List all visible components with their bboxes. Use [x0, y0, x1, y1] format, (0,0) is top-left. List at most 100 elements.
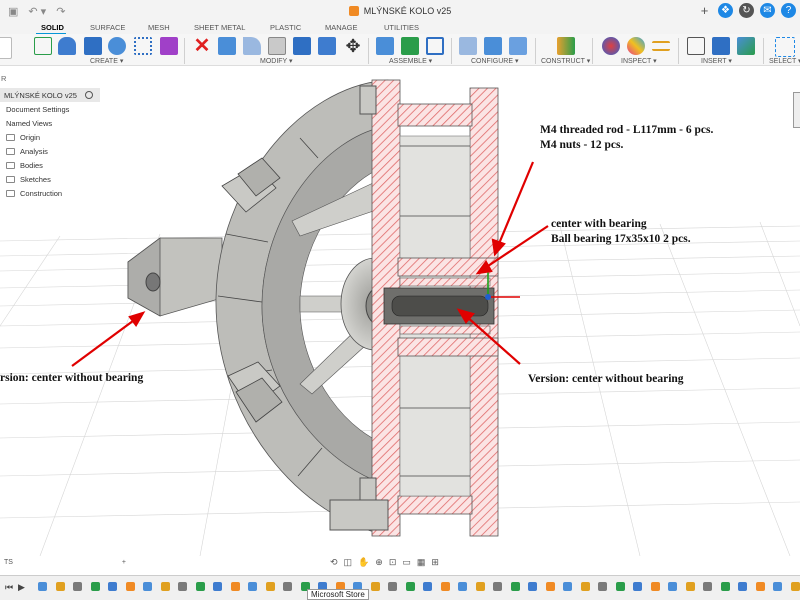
fillet-icon[interactable]: [243, 37, 261, 55]
timeline-feature-icon[interactable]: [790, 582, 800, 591]
grid-settings-icon[interactable]: ▦: [417, 557, 426, 568]
timeline-feature-icon[interactable]: [440, 582, 450, 591]
delete-icon[interactable]: ✕: [193, 36, 211, 56]
timeline-feature-icon[interactable]: [178, 582, 187, 591]
timeline-feature-icon[interactable]: [248, 582, 257, 591]
timeline-feature-icon[interactable]: [703, 582, 712, 591]
timeline-feature-icon[interactable]: [510, 582, 520, 591]
timeline-feature-icon[interactable]: [633, 582, 642, 591]
combine-icon[interactable]: [293, 37, 311, 55]
create-sketch-icon[interactable]: [34, 37, 52, 55]
timeline-feature-icon[interactable]: [388, 582, 397, 591]
timeline-feature-icon[interactable]: [598, 582, 607, 591]
pattern-icon[interactable]: [134, 37, 152, 55]
joint-icon[interactable]: [401, 37, 419, 55]
timeline-feature-icon[interactable]: [283, 582, 292, 591]
tab-plastic[interactable]: PLASTIC: [270, 23, 301, 32]
timeline-play-icon[interactable]: ▶: [18, 582, 25, 593]
timeline-feature-icon[interactable]: [160, 582, 170, 591]
create-box-icon[interactable]: [160, 37, 178, 55]
viewports-icon[interactable]: ⊞: [431, 557, 439, 568]
timeline-feature-icon[interactable]: [685, 582, 695, 591]
timeline-feature-icon[interactable]: [90, 582, 100, 591]
insert-canvas-icon[interactable]: [737, 37, 755, 55]
tab-sheet-metal[interactable]: SHEET METAL: [194, 23, 245, 32]
timeline-feature-icon[interactable]: [755, 582, 765, 591]
fit-icon[interactable]: ⊡: [389, 557, 397, 568]
timeline-feature-icon[interactable]: [493, 582, 502, 591]
notifications-icon[interactable]: ✉: [760, 3, 775, 18]
tab-solid[interactable]: SOLID: [41, 23, 64, 32]
group-modify[interactable]: MODIFY ▾: [260, 57, 293, 65]
timeline-feature-icon[interactable]: [55, 582, 65, 591]
press-pull-icon[interactable]: [218, 37, 236, 55]
viewcube[interactable]: [793, 92, 800, 128]
timeline-feature-icon[interactable]: [230, 582, 240, 591]
timeline-feature-icon[interactable]: [213, 582, 222, 591]
timeline-feature-icon[interactable]: [563, 582, 572, 591]
group-insert[interactable]: INSERT ▾: [701, 57, 732, 65]
undo-icon[interactable]: ↶ ▾: [28, 5, 46, 18]
timeline-feature-icon[interactable]: [423, 582, 432, 591]
timeline-feature-icon[interactable]: [615, 582, 625, 591]
tab-mesh[interactable]: MESH: [148, 23, 170, 32]
browser-item-sketches[interactable]: Sketches: [0, 172, 100, 186]
insert-mesh-icon[interactable]: [712, 37, 730, 55]
group-create[interactable]: CREATE ▾: [90, 57, 123, 65]
workspace-switcher-icon[interactable]: [0, 37, 12, 59]
timeline-feature-icon[interactable]: [773, 582, 782, 591]
configure-icon[interactable]: [459, 37, 477, 55]
zoom-icon[interactable]: ⊕: [375, 557, 383, 568]
timeline-feature-icon[interactable]: [580, 582, 590, 591]
timeline-feature-icon[interactable]: [125, 582, 135, 591]
group-inspect[interactable]: INSPECT ▾: [621, 57, 657, 65]
timeline-feature-icon[interactable]: [650, 582, 660, 591]
new-component-icon[interactable]: [376, 37, 394, 55]
configure-rule-icon[interactable]: [509, 37, 527, 55]
extensions-icon[interactable]: ❖: [718, 3, 733, 18]
job-status-icon[interactable]: ↻: [739, 3, 754, 18]
select-icon[interactable]: [775, 37, 795, 57]
offset-plane-icon[interactable]: [557, 37, 575, 55]
zebra-analysis-icon[interactable]: [602, 37, 620, 55]
timeline-feature-icon[interactable]: [195, 582, 205, 591]
measure-icon[interactable]: [652, 41, 670, 51]
browser-item-analysis[interactable]: Analysis: [0, 144, 100, 158]
timeline-feature-icon[interactable]: [528, 582, 537, 591]
comments-panel[interactable]: TS +: [0, 555, 130, 569]
browser-item-document-settings[interactable]: Document Settings: [0, 102, 100, 116]
group-assemble[interactable]: ASSEMBLE ▾: [389, 57, 432, 65]
tab-manage[interactable]: MANAGE: [325, 23, 358, 32]
timeline-feature-icon[interactable]: [668, 582, 677, 591]
timeline-feature-icon[interactable]: [265, 582, 275, 591]
activate-icon[interactable]: [84, 91, 93, 99]
revolve-icon[interactable]: [108, 37, 126, 55]
browser-item-construction[interactable]: Construction: [0, 186, 100, 200]
timeline-first-icon[interactable]: ⏮: [5, 582, 13, 593]
timeline-feature-icon[interactable]: [405, 582, 415, 591]
timeline-feature-icon[interactable]: [738, 582, 747, 591]
offset-face-icon[interactable]: [318, 37, 336, 55]
browser-item-origin[interactable]: Origin: [0, 130, 100, 144]
timeline-feature-icon[interactable]: [73, 582, 82, 591]
browser-header[interactable]: R: [0, 74, 100, 88]
as-built-joint-icon[interactable]: [426, 37, 444, 55]
timeline-feature-icon[interactable]: [545, 582, 555, 591]
redo-icon[interactable]: ↷: [56, 5, 65, 18]
shell-icon[interactable]: [268, 37, 286, 55]
create-form-icon[interactable]: [58, 37, 76, 55]
extrude-icon[interactable]: [84, 37, 102, 55]
look-at-icon[interactable]: ◫: [344, 557, 353, 568]
help-icon[interactable]: ?: [781, 3, 796, 18]
group-select[interactable]: SELECT ▾: [769, 57, 800, 65]
add-comment-button[interactable]: +: [122, 559, 126, 566]
browser-item-bodies[interactable]: Bodies: [0, 158, 100, 172]
display-settings-icon[interactable]: ▭: [402, 557, 411, 568]
timeline-feature-icon[interactable]: [108, 582, 117, 591]
pan-icon[interactable]: ✋: [358, 557, 369, 568]
tab-surface[interactable]: SURFACE: [90, 23, 125, 32]
timeline-feature-icon[interactable]: [38, 582, 47, 591]
group-construct[interactable]: CONSTRUCT ▾: [541, 57, 590, 65]
orbit-icon[interactable]: ⟲: [330, 557, 338, 568]
browser-root[interactable]: MLÝNSKÉ KOLO v25: [0, 88, 100, 102]
